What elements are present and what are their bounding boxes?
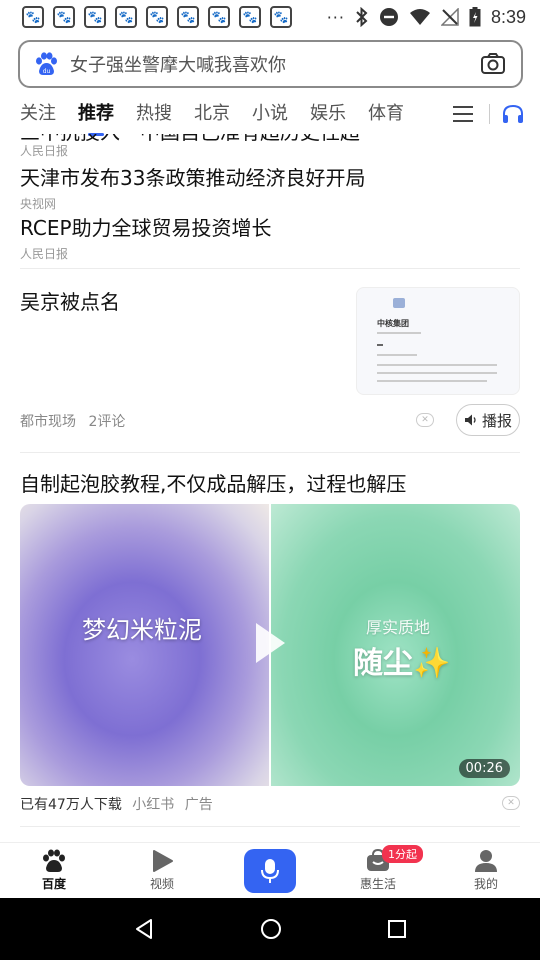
channel-tabs: 关注 推荐 热搜 北京 小说 娱乐 体育	[0, 94, 540, 136]
download-count: 已有47万人下载	[20, 797, 122, 813]
tab-novel[interactable]: 小说	[252, 98, 288, 130]
nav-life-services[interactable]: 惠生活 1分起	[324, 843, 432, 898]
bluetooth-icon	[356, 7, 368, 27]
do-not-disturb-icon	[379, 8, 398, 26]
video-thumbnail-left: 梦幻米粒泥	[20, 504, 269, 786]
advertiser-name[interactable]: 小红书	[132, 797, 174, 813]
divider	[20, 268, 520, 269]
tab-beijing[interactable]: 北京	[194, 98, 230, 130]
article-thumbnail[interactable]: 中核集团	[356, 287, 520, 395]
news-title[interactable]: 天津市发布33条政策推动经济良好开局	[20, 162, 365, 191]
news-feed: 三中抗投入一中国自己准有超历史性超 人民日报 天津市发布33条政策推动经济良好开…	[0, 134, 540, 842]
read-aloud-button[interactable]: 播报	[456, 404, 520, 436]
divider	[20, 826, 520, 827]
search-bar[interactable]: du 女子强坐警摩大喊我喜欢你	[18, 40, 523, 88]
recents-icon[interactable]	[387, 919, 407, 939]
thumbnail-heading: 中核集团	[377, 319, 409, 328]
divider	[20, 452, 520, 453]
video-thumbnail-right: 厚实质地 随尘✨	[270, 504, 520, 786]
back-icon[interactable]	[133, 918, 155, 940]
nav-home[interactable]: 百度	[0, 843, 108, 898]
tab-follow[interactable]: 关注	[20, 98, 56, 130]
more-notifications-icon: ···	[326, 7, 345, 27]
baidu-paw-icon: du	[32, 50, 60, 78]
tab-hot-search[interactable]: 热搜	[136, 98, 172, 130]
home-icon[interactable]	[260, 918, 282, 940]
video-duration: 00:26	[458, 759, 510, 778]
ad-meta: 已有47万人下载 小红书 广告	[20, 794, 213, 814]
baidu-paw-icon: 🐾	[177, 6, 199, 28]
article-source: 都市现场	[20, 414, 76, 430]
headphones-icon[interactable]	[502, 104, 524, 124]
nav-label: 百度	[41, 877, 66, 891]
tab-recommend[interactable]: 推荐	[78, 98, 114, 136]
company-logo-icon	[393, 298, 405, 308]
video-caption: 厚实质地	[365, 618, 430, 637]
baidu-paw-icon: 🐾	[115, 6, 137, 28]
baidu-paw-icon: 🐾	[270, 6, 292, 28]
search-input[interactable]: 女子强坐警摩大喊我喜欢你	[70, 51, 479, 77]
baidu-paw-icon: 🐾	[53, 6, 75, 28]
news-item[interactable]: 天津市发布33条政策推动经济良好开局 央视网	[20, 162, 365, 212]
news-item[interactable]: RCEP助力全球贸易投资增长 人民日报	[20, 212, 272, 262]
notification-icons: 🐾 🐾 🐾 🐾 🐾 🐾 🐾 🐾 🐾	[22, 6, 292, 28]
dismiss-icon[interactable]: ✕	[502, 796, 520, 810]
user-icon	[475, 850, 497, 872]
comment-count[interactable]: 2评论	[88, 414, 125, 430]
news-source: 人民日报	[20, 247, 69, 261]
article-title[interactable]: 吴京被点名	[20, 286, 120, 315]
promo-badge: 1分起	[382, 845, 423, 863]
thumbnail-line	[377, 364, 497, 366]
news-title[interactable]: 三中抗投入一中国自己准有超历史性超	[20, 134, 360, 145]
tab-entertainment[interactable]: 娱乐	[310, 98, 346, 130]
menu-icon[interactable]	[453, 106, 473, 122]
news-source: 人民日报	[20, 144, 69, 158]
nav-label: 惠生活	[359, 877, 396, 891]
video-title[interactable]: 自制起泡胶教程,不仅成品解压，过程也解压	[20, 468, 406, 497]
no-signal-icon	[440, 8, 459, 26]
baidu-paw-icon: 🐾	[239, 6, 261, 28]
video-caption: 梦幻米粒泥	[82, 616, 202, 644]
baidu-paw-icon: 🐾	[84, 6, 106, 28]
thumbnail-line	[377, 372, 497, 374]
status-bar: 🐾 🐾 🐾 🐾 🐾 🐾 🐾 🐾 🐾 ··· 8:39	[0, 0, 540, 34]
divider	[489, 104, 490, 124]
clock: 8:39	[490, 6, 526, 27]
play-icon[interactable]	[252, 620, 288, 666]
baidu-paw-icon: 🐾	[146, 6, 168, 28]
voice-search-button[interactable]	[244, 848, 296, 893]
microphone-icon	[261, 858, 279, 883]
wifi-icon	[409, 9, 430, 25]
news-title[interactable]: RCEP助力全球贸易投资增长	[20, 212, 272, 241]
dismiss-icon[interactable]: ✕	[416, 413, 434, 427]
thumbnail-line	[377, 354, 417, 356]
article-meta: 都市现场 2评论	[20, 411, 125, 431]
system-status: ··· 8:39	[327, 7, 526, 28]
nav-voice-search[interactable]	[216, 843, 324, 898]
baidu-paw-icon: 🐾	[22, 6, 44, 28]
video-player[interactable]: 梦幻米粒泥 厚实质地 随尘✨ 00:26	[20, 504, 520, 786]
ad-label: 广告	[184, 797, 213, 813]
nav-profile[interactable]: 我的	[432, 843, 540, 898]
nav-label: 视频	[149, 877, 174, 891]
bottom-navigation: 百度 视频 惠生活 1分起 我的	[0, 842, 540, 898]
video-play-icon	[153, 850, 173, 872]
tab-sports[interactable]: 体育	[368, 98, 404, 130]
system-navigation-bar	[0, 898, 540, 960]
nav-video[interactable]: 视频	[108, 843, 216, 898]
read-aloud-label: 播报	[481, 411, 512, 430]
video-caption: 随尘✨	[352, 646, 451, 681]
speaker-icon	[464, 414, 476, 426]
news-source: 央视网	[20, 197, 57, 211]
thumbnail-line	[377, 332, 421, 334]
thumbnail-line	[377, 344, 383, 346]
camera-icon[interactable]	[479, 50, 507, 78]
baidu-paw-icon	[43, 849, 65, 872]
battery-icon	[469, 7, 481, 27]
svg-text:du: du	[43, 68, 51, 75]
nav-label: 我的	[473, 877, 498, 891]
baidu-paw-icon: 🐾	[208, 6, 230, 28]
thumbnail-line	[377, 380, 487, 382]
